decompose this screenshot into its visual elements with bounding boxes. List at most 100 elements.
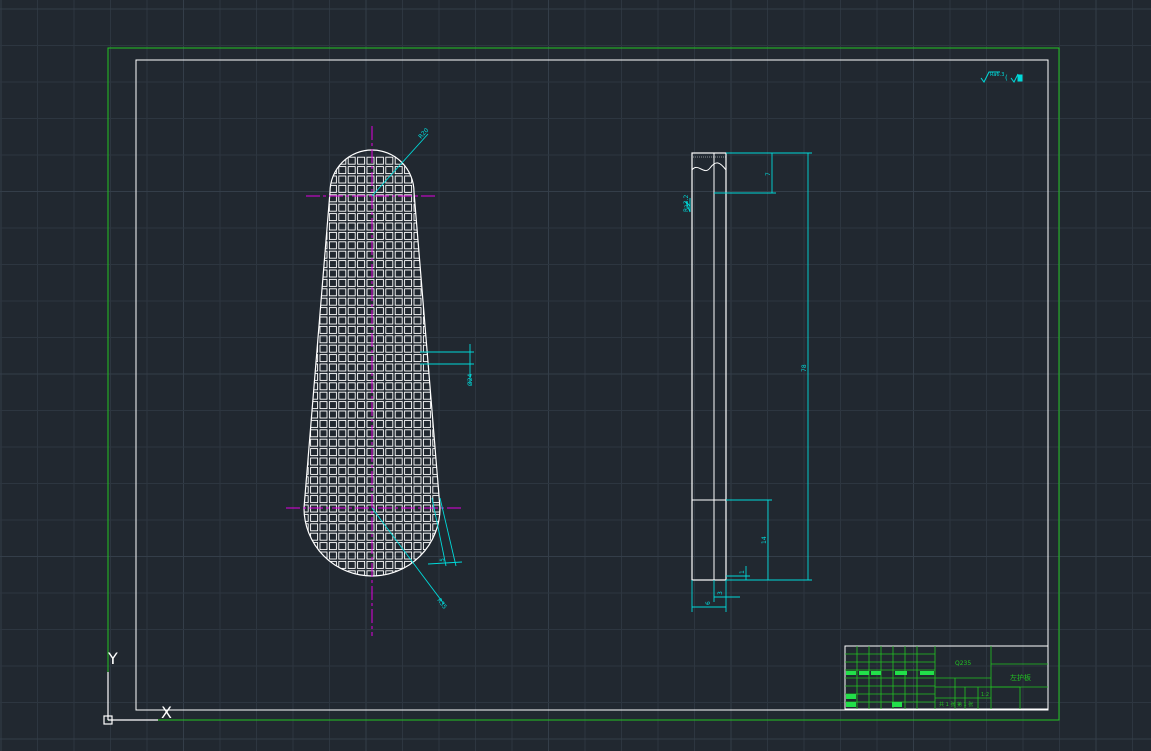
perforation-hole bbox=[328, 213, 337, 222]
perforation-hole bbox=[375, 495, 384, 504]
perforation-hole bbox=[385, 401, 394, 410]
perforation-hole bbox=[404, 570, 413, 576]
perforation-hole bbox=[310, 213, 319, 222]
perforation-hole bbox=[328, 448, 337, 457]
perforation-hole bbox=[319, 213, 328, 222]
perforation-hole bbox=[375, 410, 384, 419]
perforation-hole bbox=[338, 429, 347, 438]
side-view[interactable]: 78 7 14 1 3 6 Ra3.2 bbox=[683, 152, 812, 612]
perforation-hole bbox=[357, 278, 366, 287]
perforation-hole bbox=[366, 551, 375, 560]
perforation-hole bbox=[442, 477, 449, 484]
perforation-hole bbox=[422, 156, 431, 165]
perforation-hole bbox=[413, 297, 422, 306]
perforation-hole bbox=[442, 223, 449, 230]
perforation-hole bbox=[347, 551, 356, 560]
perforation-hole bbox=[422, 410, 431, 419]
perforation-hole bbox=[357, 485, 366, 494]
perforation-hole bbox=[422, 429, 431, 438]
perforation-hole bbox=[375, 307, 384, 316]
cad-drawing-canvas[interactable]: Ra6.3 ( R20 R35 Ø24 5 78 7 14 1 3 6 Ra3.… bbox=[0, 0, 1151, 751]
perforation-hole bbox=[338, 410, 347, 419]
perforation-hole bbox=[442, 195, 449, 202]
perforation-hole bbox=[304, 166, 309, 175]
perforation-hole bbox=[422, 551, 431, 560]
perforation-hole bbox=[422, 213, 431, 222]
perforation-hole bbox=[310, 325, 319, 334]
perforation-hole bbox=[328, 485, 337, 494]
perforation-hole bbox=[375, 570, 384, 576]
perforation-hole bbox=[338, 542, 347, 551]
perforation-hole bbox=[328, 419, 337, 428]
perforation-hole bbox=[328, 250, 337, 259]
perforation-hole bbox=[319, 542, 328, 551]
perforation-hole bbox=[375, 288, 384, 297]
perforation-hole bbox=[413, 476, 422, 485]
perforation-hole bbox=[310, 203, 319, 212]
perforation-hole bbox=[404, 344, 413, 353]
perforation-hole bbox=[413, 438, 422, 447]
perforation-hole bbox=[319, 410, 328, 419]
title-block-fill bbox=[895, 671, 907, 675]
perforation-hole bbox=[347, 278, 356, 287]
perforation-hole bbox=[413, 429, 422, 438]
perforation-hole bbox=[347, 457, 356, 466]
perforation-hole bbox=[304, 325, 309, 334]
drawing-frame bbox=[135, 59, 1049, 711]
perforation-hole bbox=[375, 335, 384, 344]
paper-border bbox=[107, 47, 1060, 721]
perforation-hole bbox=[413, 382, 422, 391]
perforation-hole bbox=[328, 325, 337, 334]
perforation-hole bbox=[385, 335, 394, 344]
perforation-hole bbox=[442, 251, 449, 258]
perforation-hole bbox=[366, 570, 375, 576]
perforation-hole bbox=[338, 551, 347, 560]
perforation-hole bbox=[328, 401, 337, 410]
perforation-hole bbox=[394, 532, 403, 541]
top-dim-label: 7 bbox=[765, 172, 772, 176]
perforation-hole bbox=[347, 429, 356, 438]
perforation-hole bbox=[301, 580, 308, 587]
perforation-hole bbox=[366, 466, 375, 475]
title-block-fill bbox=[892, 702, 902, 707]
perforation-hole bbox=[347, 485, 356, 494]
perforation-hole bbox=[311, 580, 318, 587]
perforation-hole bbox=[328, 288, 337, 297]
perforation-hole bbox=[338, 222, 347, 231]
perforation-hole bbox=[394, 560, 403, 569]
perforation-hole bbox=[304, 542, 309, 551]
perforation-hole bbox=[375, 363, 384, 372]
perforation-hole bbox=[422, 560, 431, 569]
perforation-hole bbox=[319, 448, 328, 457]
perforation-hole bbox=[413, 523, 422, 532]
perforation-hole bbox=[366, 344, 375, 353]
perforation-hole bbox=[338, 297, 347, 306]
front-view[interactable]: R20 R35 Ø24 5 bbox=[286, 126, 474, 636]
perforation-hole bbox=[404, 382, 413, 391]
perforation-hole bbox=[304, 410, 309, 419]
perforation-hole bbox=[394, 382, 403, 391]
perforation-hole bbox=[413, 457, 422, 466]
perforation-hole bbox=[357, 325, 366, 334]
perforation-hole bbox=[366, 542, 375, 551]
perforation-hole bbox=[347, 335, 356, 344]
perforation-hole bbox=[385, 391, 394, 400]
perforation-hole bbox=[310, 438, 319, 447]
perforation-hole bbox=[319, 307, 328, 316]
perforation-hole bbox=[319, 344, 328, 353]
perforation-hole bbox=[366, 363, 375, 372]
perforation-hole bbox=[385, 344, 394, 353]
perforation-hole bbox=[310, 363, 319, 372]
perforation-hole bbox=[413, 363, 422, 372]
perforation-hole bbox=[422, 175, 431, 184]
perforation-hole bbox=[442, 326, 449, 333]
perforation-hole bbox=[375, 476, 384, 485]
perforation-hole bbox=[304, 203, 309, 212]
perforation-hole bbox=[338, 175, 347, 184]
title-block-fill bbox=[859, 671, 869, 675]
perforation-hole bbox=[385, 457, 394, 466]
perforation-hole bbox=[357, 156, 366, 165]
perforation-hole bbox=[404, 391, 413, 400]
perforation-hole bbox=[413, 278, 422, 287]
perforation-hole bbox=[385, 551, 394, 560]
